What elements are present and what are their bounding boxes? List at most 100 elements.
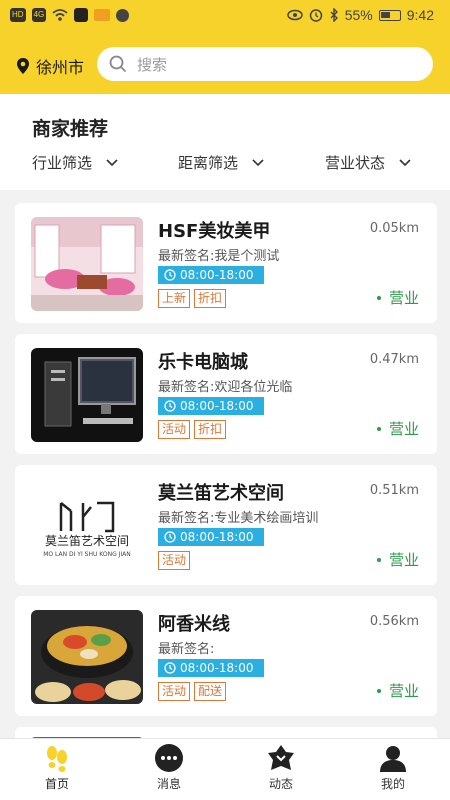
tag-badge: 折扣 — [194, 420, 227, 439]
section-title: 商家推荐 — [32, 118, 109, 140]
status-text: 营业 — [388, 289, 419, 307]
filter-label: 营业状态 — [325, 154, 386, 172]
tab-label: 我的 — [380, 777, 405, 791]
location-pin-icon — [17, 58, 29, 74]
footprint-icon — [47, 746, 67, 772]
status-dot — [376, 426, 381, 431]
profile-icon — [380, 746, 406, 772]
business-hours: 08:00-18:00 — [158, 659, 264, 677]
alarm-icon — [309, 9, 322, 22]
chevron-down-icon — [106, 158, 118, 166]
status-dot — [376, 295, 381, 300]
tag-list: 活动 折扣 — [158, 420, 227, 439]
city-selector[interactable]: 徐州市 — [16, 54, 84, 78]
tag-badge: 上新 — [158, 289, 191, 308]
business-status-filter[interactable]: 营业状态 — [325, 152, 411, 173]
chevron-down-icon — [399, 158, 411, 166]
app-header: 徐州市 搜索 — [0, 34, 450, 94]
wifi-icon — [52, 9, 68, 21]
merchant-signature: 最新签名: — [158, 642, 215, 657]
merchant-name: 莫兰笛艺术空间 — [158, 483, 284, 504]
merchant-distance: 0.05km — [369, 221, 419, 236]
merchant-card[interactable]: 莫兰笛艺术空间 MO LAN DI YI SHU KONG JIAN 莫兰笛艺术… — [15, 465, 437, 585]
logo-subtext: MO LAN DI YI SHU KONG JIAN — [43, 551, 131, 558]
merchant-card[interactable]: 阿香米线 0.56km 最新签名: 08:00-18:00 活动 配送 营业 — [15, 596, 437, 716]
bluetooth-icon — [330, 8, 338, 22]
logo-text: 莫兰笛艺术空间 — [45, 533, 129, 548]
merchant-thumbnail — [31, 610, 143, 704]
status-dot — [376, 688, 381, 693]
merchant-signature: 最新签名:欢迎各位光临 — [158, 380, 293, 395]
status-text: 营业 — [388, 551, 419, 569]
dynamic-icon — [268, 745, 294, 770]
hours-text: 08:00-18:00 — [180, 661, 254, 675]
open-status: 营业 — [376, 418, 419, 439]
chat-icon — [116, 8, 130, 22]
industry-filter[interactable]: 行业筛选 — [32, 152, 118, 173]
status-dot — [376, 557, 381, 562]
clock-icon — [164, 531, 176, 543]
battery-percent: 55% — [344, 7, 373, 23]
merchant-distance: 0.51km — [369, 483, 419, 498]
search-placeholder: 搜索 — [137, 55, 168, 74]
city-label: 徐州市 — [36, 58, 85, 77]
business-hours: 08:00-18:00 — [158, 528, 264, 546]
message-icon — [155, 744, 183, 772]
mail-icon — [94, 9, 111, 21]
filter-bar: 行业筛选 距离筛选 营业状态 — [0, 152, 450, 178]
hours-text: 08:00-18:00 — [180, 399, 254, 413]
tag-badge: 配送 — [194, 682, 227, 701]
tab-label: 动态 — [268, 777, 293, 791]
chevron-down-icon — [252, 158, 264, 166]
clock-icon — [164, 662, 176, 674]
merchant-signature: 最新签名:专业美术绘画培训 — [158, 511, 319, 526]
tab-messages[interactable]: 消息 — [124, 743, 214, 792]
merchant-name: 乐卡电脑城 — [158, 352, 248, 373]
merchant-signature: 最新签名:我是个测试 — [158, 249, 280, 264]
tag-list: 活动 配送 — [158, 682, 227, 701]
merchant-thumbnail — [31, 348, 143, 442]
tag-badge: 活动 — [158, 420, 191, 439]
open-status: 营业 — [376, 680, 419, 701]
tag-badge: 活动 — [158, 551, 191, 570]
battery-icon — [378, 9, 401, 21]
merchant-name: 阿香米线 — [158, 614, 230, 635]
tag-badge: 折扣 — [194, 289, 227, 308]
open-status: 营业 — [376, 549, 419, 570]
distance-filter[interactable]: 距离筛选 — [178, 152, 264, 173]
tab-home[interactable]: 首页 — [12, 743, 102, 792]
merchant-distance: 0.47km — [369, 352, 419, 367]
bottom-tab-bar: 首页 消息 动态 我的 — [0, 738, 450, 800]
search-input[interactable]: 搜索 — [97, 47, 433, 81]
status-text: 营业 — [388, 420, 419, 438]
tag-list: 活动 — [158, 551, 191, 570]
tag-badge: 活动 — [158, 682, 191, 701]
search-icon — [109, 55, 127, 73]
open-status: 营业 — [376, 287, 419, 308]
eye-icon — [286, 9, 303, 21]
business-hours: 08:00-18:00 — [158, 397, 264, 415]
tab-label: 消息 — [156, 777, 181, 791]
merchant-thumbnail — [31, 217, 143, 311]
merchant-name: HSF美妆美甲 — [158, 221, 271, 242]
tag-list: 上新 折扣 — [158, 289, 227, 308]
filter-label: 距离筛选 — [178, 154, 239, 172]
merchant-card[interactable]: HSF美妆美甲 0.05km 最新签名:我是个测试 08:00-18:00 上新… — [15, 203, 437, 323]
clock-time: 9:42 — [406, 7, 434, 23]
hours-text: 08:00-18:00 — [180, 268, 254, 282]
filter-label: 行业筛选 — [32, 154, 93, 172]
tab-label: 首页 — [44, 777, 69, 791]
merchant-thumbnail: 莫兰笛艺术空间 MO LAN DI YI SHU KONG JIAN — [31, 479, 143, 573]
hd-indicator: HD — [10, 8, 26, 22]
clock-icon — [164, 400, 176, 412]
merchant-recommend-section: 商家推荐 行业筛选 距离筛选 营业状态 — [0, 94, 450, 190]
tiktok-icon — [74, 8, 89, 22]
signal-4g-indicator: 4G — [31, 8, 47, 22]
clock-icon — [164, 269, 176, 281]
merchant-card[interactable]: 乐卡电脑城 0.47km 最新签名:欢迎各位光临 08:00-18:00 活动 … — [15, 334, 437, 454]
tab-dynamic[interactable]: 动态 — [236, 743, 326, 792]
status-bar: HD 4G 55% 9:42 — [0, 0, 450, 34]
tab-profile[interactable]: 我的 — [348, 743, 438, 792]
hours-text: 08:00-18:00 — [180, 530, 254, 544]
business-hours: 08:00-18:00 — [158, 266, 264, 284]
